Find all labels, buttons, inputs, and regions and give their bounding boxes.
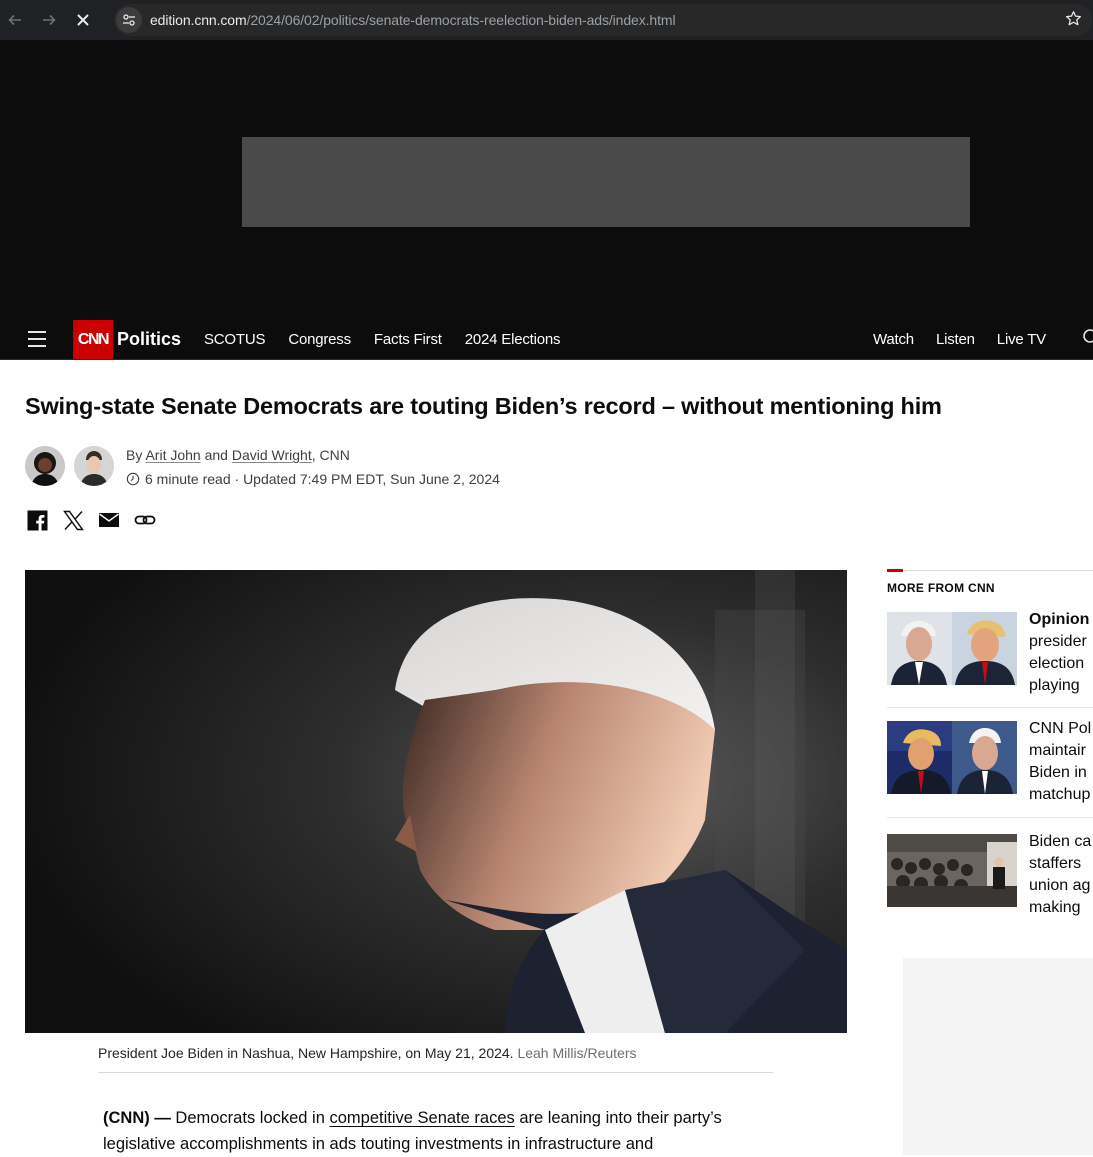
- body-text-pre: Democrats locked in: [175, 1109, 330, 1127]
- back-button[interactable]: [0, 0, 32, 40]
- sidebar-title: MORE FROM CNN: [887, 581, 995, 595]
- address-bar[interactable]: edition.cnn.com/2024/06/02/politics/sena…: [114, 4, 1092, 36]
- story-line: Biden ca: [1029, 833, 1092, 850]
- byline-and: and: [200, 447, 232, 463]
- author-link[interactable]: Arit John: [145, 447, 200, 463]
- story-line: Opinion: [1029, 611, 1090, 628]
- story-line: Biden in: [1029, 764, 1087, 781]
- body-link[interactable]: competitive Senate races: [329, 1109, 514, 1127]
- site-navigation: CNN Politics SCOTUS Congress Facts First…: [0, 319, 1093, 360]
- facebook-icon[interactable]: [26, 509, 48, 531]
- site-info-button[interactable]: [116, 7, 142, 33]
- link-icon[interactable]: [134, 509, 156, 531]
- arrow-right-icon: [43, 14, 56, 26]
- sidebar-separator: [887, 817, 1093, 818]
- x-icon[interactable]: [62, 509, 84, 531]
- nav-right-links: Watch Listen Live TV: [873, 331, 1046, 348]
- story-line: making: [1029, 899, 1081, 916]
- byline-prefix: By: [126, 447, 146, 463]
- dateline-dash: —: [149, 1109, 176, 1127]
- share-bar: [26, 509, 156, 531]
- byline: By Arit John and David Wright, CNN: [126, 447, 350, 463]
- dateline: (CNN): [103, 1109, 150, 1127]
- article-headline: Swing-state Senate Democrats are touting…: [25, 393, 942, 419]
- article-timestamp: 6 minute read · Updated 7:49 PM EDT, Sun…: [126, 471, 500, 487]
- nav-link-congress[interactable]: Congress: [288, 331, 351, 348]
- close-icon: [77, 14, 89, 26]
- star-icon: [1065, 11, 1082, 26]
- timestamp-separator: ·: [230, 471, 244, 487]
- story-line: CNN Pol: [1029, 720, 1092, 737]
- url-path: /2024/06/02/politics/senate-democrats-re…: [246, 12, 676, 28]
- avatar[interactable]: [25, 446, 65, 486]
- nav-link-2024-elections[interactable]: 2024 Elections: [465, 331, 561, 348]
- story-line: maintair: [1029, 742, 1086, 759]
- story-headline[interactable]: Opinion presider election playing: [1029, 609, 1093, 697]
- ad-placeholder[interactable]: [242, 137, 970, 227]
- article-hero-image[interactable]: [25, 570, 847, 1033]
- nav-link-listen[interactable]: Listen: [936, 331, 975, 348]
- cnn-logo[interactable]: CNN: [73, 320, 113, 359]
- url-host: edition.cnn.com: [150, 12, 247, 28]
- image-caption: President Joe Biden in Nashua, New Hamps…: [98, 1045, 773, 1073]
- story-line: election: [1029, 655, 1085, 672]
- caption-credit: Leah Millis/Reuters: [517, 1045, 637, 1061]
- sidebar-separator: [887, 707, 1093, 708]
- caption-text: President Joe Biden in Nashua, New Hamps…: [98, 1045, 518, 1061]
- nav-link-watch[interactable]: Watch: [873, 331, 914, 348]
- section-title[interactable]: Politics: [117, 329, 181, 350]
- story-thumbnail[interactable]: [887, 612, 1017, 685]
- updated-time: Updated 7:49 PM EDT, Sun June 2, 2024: [243, 471, 500, 487]
- sidebar-ad-placeholder[interactable]: [903, 958, 1093, 1155]
- bookmark-button[interactable]: [1065, 10, 1082, 32]
- browser-toolbar: edition.cnn.com/2024/06/02/politics/sena…: [0, 0, 1093, 40]
- story-line: staffers: [1029, 855, 1082, 872]
- nav-link-scotus[interactable]: SCOTUS: [204, 331, 266, 348]
- arrow-left-icon: [8, 14, 21, 26]
- story-line: playing: [1029, 677, 1080, 694]
- byline-suffix: , CNN: [311, 447, 350, 463]
- author-link[interactable]: David Wright: [232, 447, 312, 463]
- sidebar-divider: [887, 570, 1093, 571]
- story-headline[interactable]: CNN Pol maintair Biden in matchup: [1029, 718, 1093, 806]
- story-thumbnail[interactable]: [887, 834, 1017, 907]
- search-icon[interactable]: [1082, 328, 1093, 346]
- story-thumbnail[interactable]: [887, 721, 1017, 794]
- email-icon[interactable]: [98, 509, 120, 531]
- avatar[interactable]: [74, 446, 114, 486]
- author-avatars: [25, 446, 114, 486]
- nav-link-facts-first[interactable]: Facts First: [374, 331, 442, 348]
- story-line: union ag: [1029, 877, 1091, 894]
- story-line: matchup: [1029, 786, 1091, 803]
- tune-icon: [123, 14, 135, 26]
- article-body-paragraph: (CNN) — Democrats locked in competitive …: [103, 1105, 753, 1157]
- clock-icon: [126, 472, 140, 486]
- story-headline[interactable]: Biden ca staffers union ag making: [1029, 831, 1093, 919]
- hamburger-icon[interactable]: [28, 331, 46, 347]
- read-time: 6 minute read: [145, 471, 231, 487]
- nav-links: SCOTUS Congress Facts First 2024 Electio…: [204, 331, 561, 348]
- nav-link-live-tv[interactable]: Live TV: [997, 331, 1046, 348]
- url-text[interactable]: edition.cnn.com/2024/06/02/politics/sena…: [150, 12, 676, 28]
- stop-loading-button[interactable]: [66, 0, 100, 40]
- forward-button[interactable]: [32, 0, 66, 40]
- ad-banner-region: [0, 40, 1093, 319]
- story-line: presider: [1029, 633, 1087, 650]
- sidebar-accent-bar: [887, 569, 903, 572]
